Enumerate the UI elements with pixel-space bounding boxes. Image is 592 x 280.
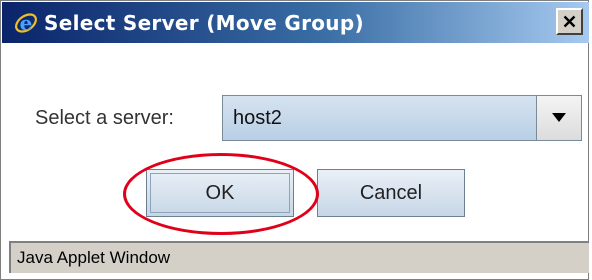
- server-select-value: host2: [223, 96, 536, 140]
- chevron-down-icon: [552, 109, 566, 127]
- server-select[interactable]: host2: [222, 95, 582, 141]
- ie-browser-icon: e: [14, 10, 38, 36]
- title-bar[interactable]: e Select Server (Move Group): [2, 2, 589, 43]
- ok-button[interactable]: OK: [146, 169, 294, 217]
- status-bar-text: Java Applet Window: [17, 248, 171, 267]
- cancel-button[interactable]: Cancel: [317, 169, 465, 217]
- dialog-window: e Select Server (Move Group) Select a se…: [0, 0, 589, 280]
- svg-text:e: e: [20, 11, 33, 35]
- close-button[interactable]: [556, 8, 583, 35]
- dialog-title: Select Server (Move Group): [44, 10, 364, 35]
- status-bar: Java Applet Window: [9, 241, 589, 273]
- ok-button-label: OK: [205, 181, 235, 204]
- close-icon: [563, 15, 576, 28]
- server-label: Select a server:: [35, 107, 174, 129]
- dropdown-button[interactable]: [536, 96, 581, 140]
- cancel-button-label: Cancel: [359, 181, 423, 204]
